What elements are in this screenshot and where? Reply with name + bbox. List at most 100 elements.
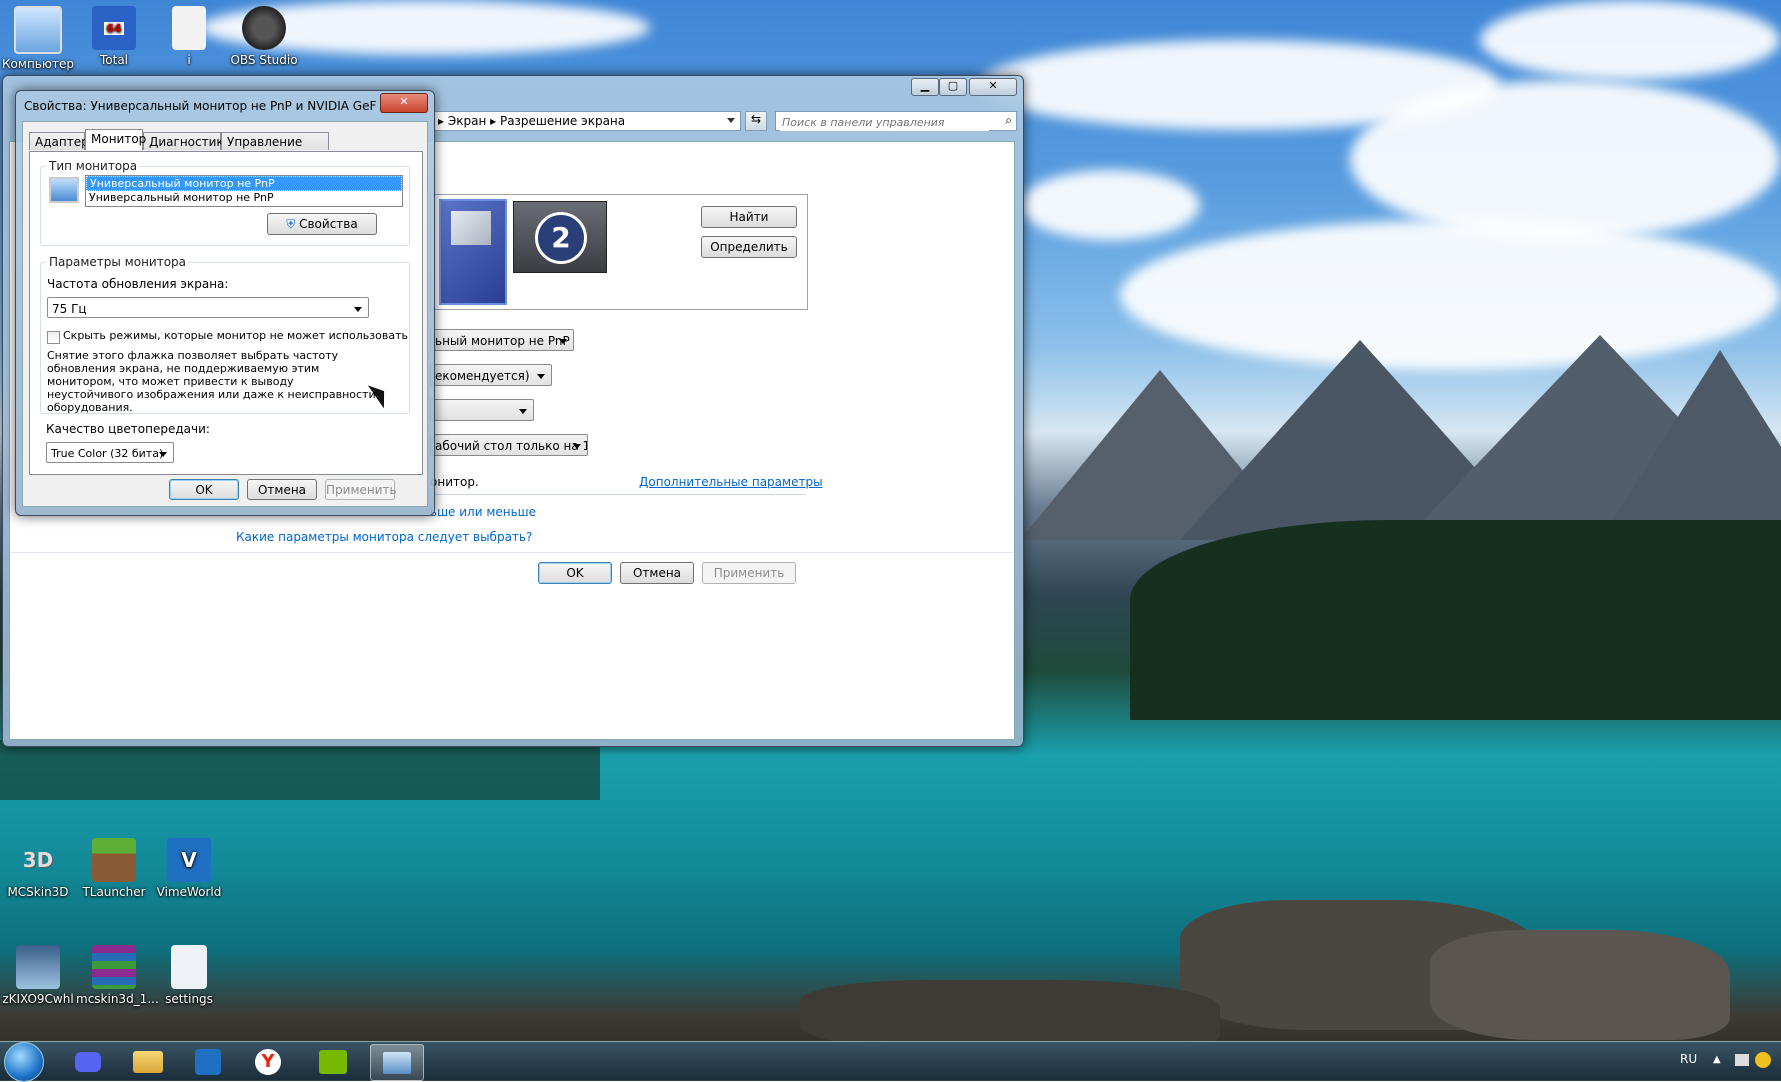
find-button[interactable]: Найти: [701, 206, 797, 228]
show-hidden-icons[interactable]: ▲: [1713, 1054, 1721, 1065]
icon-glyph: 3D: [22, 848, 54, 872]
explorer-icon: [133, 1050, 163, 1073]
monitor-properties-dialog[interactable]: Свойства: Универсальный монитор не PnP и…: [15, 90, 435, 516]
taskbar-explorer[interactable]: [122, 1044, 174, 1079]
taskbar-control-panel[interactable]: [370, 1044, 424, 1081]
which-settings-link[interactable]: Какие параметры монитора следует выбрать…: [236, 530, 532, 544]
refresh-rate-select[interactable]: 75 Гц: [47, 297, 369, 318]
desktop-icon-mcskin3d[interactable]: 3D MCSkin3D: [0, 838, 76, 899]
close-button[interactable]: ✕: [969, 78, 1017, 96]
close-icon: ✕: [399, 95, 409, 108]
monitor-2-tile[interactable]: 2: [513, 201, 607, 273]
desktop-icon-tlauncher[interactable]: TLauncher: [76, 838, 152, 899]
vimeworld-icon: V: [167, 838, 211, 882]
winrar-archive-icon: [92, 945, 136, 989]
search-input[interactable]: [780, 113, 989, 131]
monitor-preview-area: 2 Найти Определить: [430, 194, 808, 310]
group-label: Параметры монитора: [47, 255, 189, 269]
maximize-button[interactable]: ▢: [939, 78, 967, 96]
hide-modes-label[interactable]: Скрыть режимы, которые монитор не может …: [63, 329, 408, 342]
taskbar-discord[interactable]: [62, 1044, 114, 1079]
desktop-icon-label: MCSkin3D: [7, 885, 69, 899]
monitor-1-tile[interactable]: [439, 199, 507, 305]
color-quality-label: Качество цветопередачи:: [46, 422, 210, 436]
chevron-down-icon: [573, 444, 581, 449]
desktop-icon-i[interactable]: i: [151, 6, 227, 67]
identify-button[interactable]: Определить: [701, 236, 797, 258]
display-select[interactable]: ьный монитор не PnP: [430, 329, 574, 351]
advanced-settings-link[interactable]: Дополнительные параметры: [639, 475, 823, 489]
search-box[interactable]: ⌕: [775, 111, 1017, 131]
apply-button[interactable]: Применить: [702, 562, 796, 584]
cancel-button[interactable]: Отмена: [620, 562, 694, 584]
desktop-icon-zkixo9cwhl[interactable]: zKIXO9Cwhl: [0, 945, 76, 1006]
network-icon[interactable]: [1755, 1052, 1771, 1068]
close-button[interactable]: ✕: [380, 93, 428, 113]
dialog-cancel-button[interactable]: Отмена: [247, 479, 317, 500]
color-quality-value: True Color (32 бита): [51, 447, 164, 460]
group-label: Тип монитора: [47, 159, 140, 173]
desktop-icon-label: mcskin3d_1...: [76, 992, 159, 1006]
desktop-icon-obs-studio[interactable]: OBS Studio: [226, 6, 302, 67]
refresh-button[interactable]: ⇆: [745, 111, 767, 131]
taskbar-vimeworld[interactable]: [182, 1044, 234, 1079]
breadcrumb-item-screen[interactable]: Экран: [448, 114, 486, 128]
computer-icon: [14, 6, 62, 54]
mcskin3d-icon: 3D: [16, 838, 60, 882]
monitor-icon: [49, 177, 79, 203]
tab-monitor[interactable]: Монитор: [85, 129, 146, 150]
desktop-icon-total[interactable]: 64 Total: [76, 6, 152, 67]
start-button[interactable]: [4, 1042, 44, 1082]
monitor-list[interactable]: Универсальный монитор не PnP Универсальн…: [85, 175, 403, 207]
properties-button-label: Свойства: [299, 217, 358, 231]
display-select-value: ьный монитор не PnP: [435, 334, 570, 348]
desktop-icon-label: Total: [99, 53, 129, 67]
minimize-icon: ▁: [920, 79, 930, 92]
file-icon: [172, 6, 206, 50]
chevron-down-icon: [559, 339, 567, 344]
tab-diagnostics[interactable]: Диагностика: [143, 132, 231, 150]
taskbar-nvidia[interactable]: [307, 1044, 359, 1079]
dialog-ok-button[interactable]: OK: [169, 479, 239, 500]
image-file-icon: [16, 945, 60, 989]
uac-shield-icon: ⛨: [286, 217, 296, 231]
rock: [800, 980, 1220, 1050]
chevron-down-icon: [354, 307, 362, 312]
chevron-down-icon: [159, 452, 167, 457]
dialog-apply-button[interactable]: Применить: [325, 479, 397, 500]
hide-modes-checkbox[interactable]: [47, 331, 60, 344]
address-dropdown-icon[interactable]: [727, 118, 735, 123]
monitor-list-item-selected[interactable]: Универсальный монитор не PnP: [86, 176, 402, 191]
desktop-icon-mcskin3d-archive[interactable]: mcskin3d_1...: [76, 945, 159, 1006]
tab-adapter[interactable]: Адаптер: [29, 132, 89, 150]
desktop-icon-label: i: [187, 53, 191, 67]
desktop-icon-label: TLauncher: [82, 885, 146, 899]
text-size-link[interactable]: ьше или меньше: [430, 505, 536, 519]
orientation-select[interactable]: [430, 399, 534, 421]
multiple-displays-select[interactable]: абочий стол только на 1: [430, 434, 588, 456]
action-center-flag-icon[interactable]: [1735, 1054, 1749, 1066]
breadcrumb: ▸ Экран ▸ Разрешение экрана: [438, 114, 626, 128]
address-bar[interactable]: ▸ Экран ▸ Разрешение экрана: [433, 111, 741, 131]
primary-monitor-note: онитор.: [430, 475, 479, 489]
resolution-select[interactable]: екомендуется): [430, 364, 552, 386]
icon-glyph: V: [181, 848, 197, 872]
monitor-properties-button[interactable]: ⛨ Свойства: [267, 213, 377, 235]
ok-button[interactable]: OK: [538, 562, 612, 584]
breadcrumb-item-resolution[interactable]: Разрешение экрана: [500, 114, 625, 128]
dialog-body: Адаптер Монитор Диагностика Управление ц…: [22, 121, 428, 507]
divider: [430, 494, 806, 495]
desktop-icon-computer[interactable]: Компьютер: [0, 6, 76, 71]
desktop-icon-settings[interactable]: settings: [151, 945, 227, 1006]
desktop-icon-label: Компьютер: [2, 57, 74, 71]
language-indicator[interactable]: RU: [1680, 1052, 1697, 1066]
taskbar-yandex-browser[interactable]: Y: [242, 1044, 294, 1079]
desktop-icon-vimeworld[interactable]: V VimeWorld: [151, 838, 227, 899]
obs-icon: [242, 6, 286, 50]
monitor-list-item[interactable]: Универсальный монитор не PnP: [86, 191, 402, 204]
cloud: [1020, 170, 1200, 240]
minimize-button[interactable]: ▁: [911, 78, 939, 96]
color-quality-select[interactable]: True Color (32 бита): [46, 442, 174, 463]
tab-color-management[interactable]: Управление цветом: [221, 132, 329, 163]
chevron-down-icon: [519, 409, 527, 414]
